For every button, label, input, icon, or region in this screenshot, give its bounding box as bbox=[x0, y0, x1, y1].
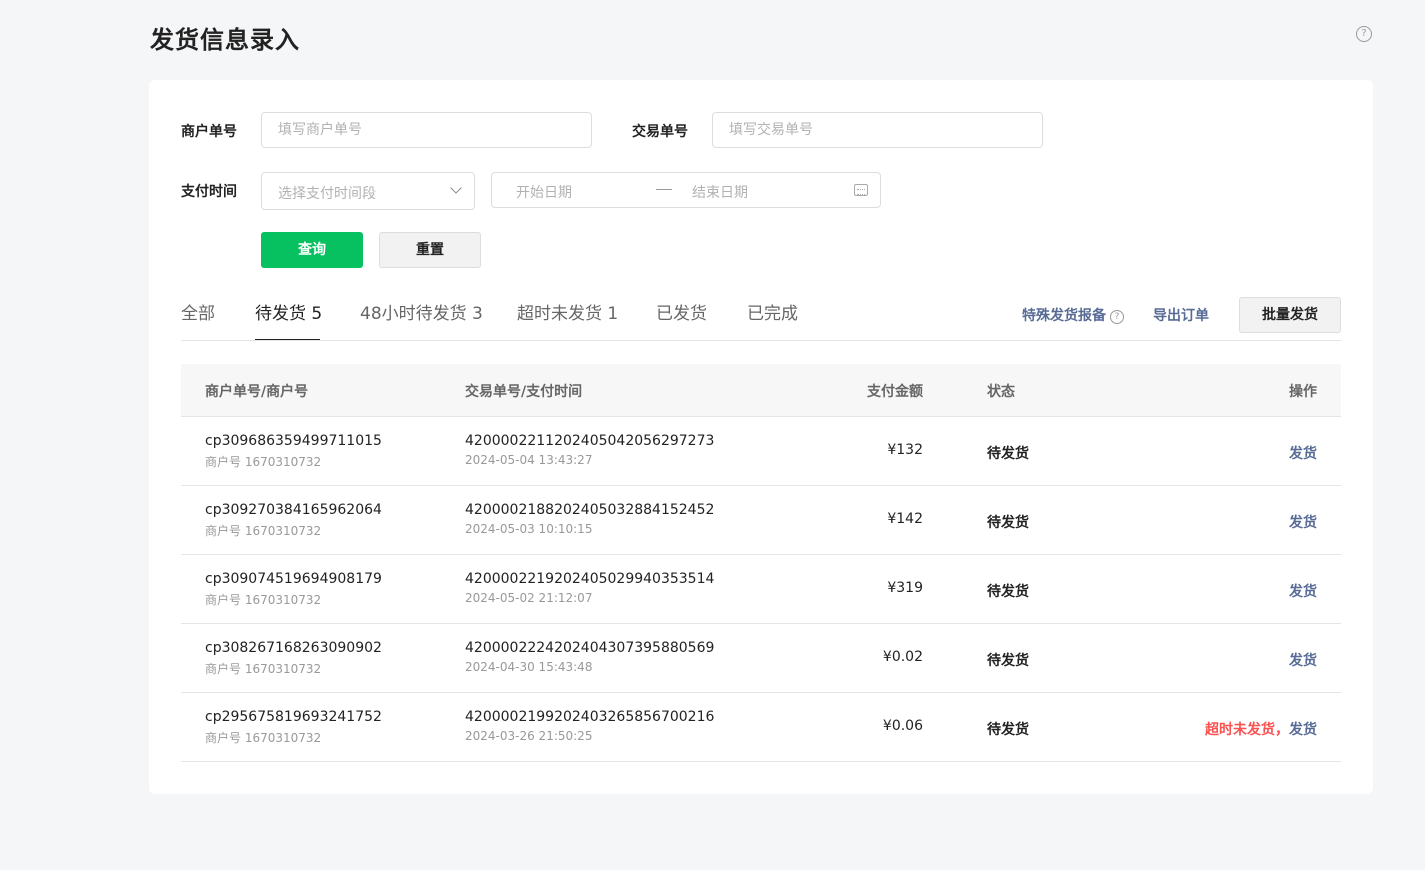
trade-no: 4200002199202403265856700216 bbox=[465, 709, 715, 725]
header-trade: 交易单号/支付时间 bbox=[465, 384, 583, 400]
pay-time: 2024-03-26 21:50:25 bbox=[465, 729, 593, 743]
header-merchant: 商户单号/商户号 bbox=[205, 384, 309, 400]
status: 待发货 bbox=[987, 515, 1029, 531]
page-title: 发货信息录入 bbox=[150, 26, 300, 54]
pay-time: 2024-05-03 10:10:15 bbox=[465, 522, 593, 536]
trade-no: 4200002219202405029940353514 bbox=[465, 571, 715, 587]
chevron-down-icon bbox=[450, 182, 462, 194]
merchant-order-no: cp308267168263090902 bbox=[205, 640, 382, 656]
table-row: cp309074519694908179 商户号 1670310732 4200… bbox=[181, 555, 1341, 624]
tab-48h-pending[interactable]: 48小时待发货 3 bbox=[360, 299, 483, 324]
ship-link[interactable]: 发货 bbox=[1289, 446, 1317, 462]
status: 待发货 bbox=[987, 653, 1029, 669]
table-row: cp295675819693241752 商户号 1670310732 4200… bbox=[181, 693, 1341, 762]
special-report-link[interactable]: 特殊发货报备? bbox=[1022, 305, 1124, 325]
ship-link[interactable]: 发货 bbox=[1289, 653, 1317, 669]
pay-time: 2024-05-02 21:12:07 bbox=[465, 591, 593, 605]
reset-button[interactable]: 重置 bbox=[379, 232, 481, 268]
tab-overdue[interactable]: 超时未发货 1 bbox=[517, 299, 618, 324]
header-amount: 支付金额 bbox=[867, 384, 923, 400]
pay-time-select-placeholder: 选择支付时间段 bbox=[278, 186, 376, 202]
merchant-id: 商户号 1670310732 bbox=[205, 593, 322, 607]
merchant-id: 商户号 1670310732 bbox=[205, 662, 322, 676]
merchant-id: 商户号 1670310732 bbox=[205, 455, 322, 469]
header-op: 操作 bbox=[1289, 384, 1317, 400]
status: 待发货 bbox=[987, 446, 1029, 462]
trade-no: 4200002188202405032884152452 bbox=[465, 502, 715, 518]
table-row: cp308267168263090902 商户号 1670310732 4200… bbox=[181, 624, 1341, 693]
pay-time: 2024-05-04 13:43:27 bbox=[465, 453, 593, 467]
status: 待发货 bbox=[987, 584, 1029, 600]
merchant-id: 商户号 1670310732 bbox=[205, 524, 322, 538]
date-range-picker[interactable]: 开始日期 结束日期 bbox=[491, 172, 881, 208]
pay-time-select[interactable]: 选择支付时间段 bbox=[261, 172, 475, 210]
main-card: 商户单号 交易单号 支付时间 选择支付时间段 开始日期 结束日期 查询 重置 全… bbox=[149, 80, 1373, 794]
merchant-no-label: 商户单号 bbox=[181, 124, 237, 140]
header-status: 状态 bbox=[987, 384, 1015, 400]
date-separator bbox=[656, 189, 672, 190]
trade-no-input[interactable] bbox=[712, 112, 1043, 148]
batch-ship-button[interactable]: 批量发货 bbox=[1239, 297, 1341, 333]
op-cell: 发货 bbox=[1289, 581, 1317, 601]
ship-link[interactable]: 发货 bbox=[1289, 515, 1317, 531]
trade-no-label: 交易单号 bbox=[632, 124, 688, 140]
merchant-order-no: cp295675819693241752 bbox=[205, 709, 382, 725]
export-orders-link[interactable]: 导出订单 bbox=[1153, 305, 1209, 325]
merchant-id: 商户号 1670310732 bbox=[205, 731, 322, 745]
tab-shipped[interactable]: 已发货 bbox=[656, 299, 707, 324]
pay-time: 2024-04-30 15:43:48 bbox=[465, 660, 593, 674]
question-icon[interactable]: ? bbox=[1110, 310, 1124, 324]
trade-no: 4200002211202405042056297273 bbox=[465, 433, 715, 449]
special-report-label: 特殊发货报备 bbox=[1022, 308, 1106, 324]
table-row: cp309270384165962064 商户号 1670310732 4200… bbox=[181, 486, 1341, 555]
merchant-order-no: cp309686359499711015 bbox=[205, 433, 382, 449]
tab-completed[interactable]: 已完成 bbox=[747, 299, 798, 324]
op-cell: 发货 bbox=[1289, 512, 1317, 532]
end-date-placeholder[interactable]: 结束日期 bbox=[692, 182, 748, 202]
amount: ¥0.02 bbox=[882, 649, 923, 665]
tab-all[interactable]: 全部 bbox=[181, 299, 215, 324]
amount: ¥132 bbox=[887, 442, 923, 458]
amount: ¥319 bbox=[887, 580, 923, 596]
query-button[interactable]: 查询 bbox=[261, 232, 363, 268]
start-date-placeholder[interactable]: 开始日期 bbox=[516, 182, 572, 202]
op-cell: 发货 bbox=[1289, 650, 1317, 670]
merchant-no-input[interactable] bbox=[261, 112, 592, 148]
help-icon[interactable]: ? bbox=[1356, 26, 1372, 42]
trade-no: 4200002224202404307395880569 bbox=[465, 640, 715, 656]
overdue-warning: 超时未发货， bbox=[1205, 722, 1289, 738]
op-cell: 超时未发货，发货 bbox=[1205, 719, 1317, 739]
status: 待发货 bbox=[987, 722, 1029, 738]
calendar-icon[interactable] bbox=[854, 184, 868, 196]
ship-link[interactable]: 发货 bbox=[1289, 584, 1317, 600]
merchant-order-no: cp309270384165962064 bbox=[205, 502, 382, 518]
merchant-order-no: cp309074519694908179 bbox=[205, 571, 382, 587]
table-header: 商户单号/商户号 交易单号/支付时间 支付金额 状态 操作 bbox=[181, 364, 1341, 417]
op-cell: 发货 bbox=[1289, 443, 1317, 463]
tab-pending[interactable]: 待发货 5 bbox=[255, 299, 322, 324]
tabs-divider bbox=[181, 340, 1341, 341]
amount: ¥0.06 bbox=[882, 718, 923, 734]
ship-link[interactable]: 发货 bbox=[1289, 722, 1317, 738]
amount: ¥142 bbox=[887, 511, 923, 527]
pay-time-label: 支付时间 bbox=[181, 184, 237, 200]
table-row: cp309686359499711015 商户号 1670310732 4200… bbox=[181, 417, 1341, 486]
